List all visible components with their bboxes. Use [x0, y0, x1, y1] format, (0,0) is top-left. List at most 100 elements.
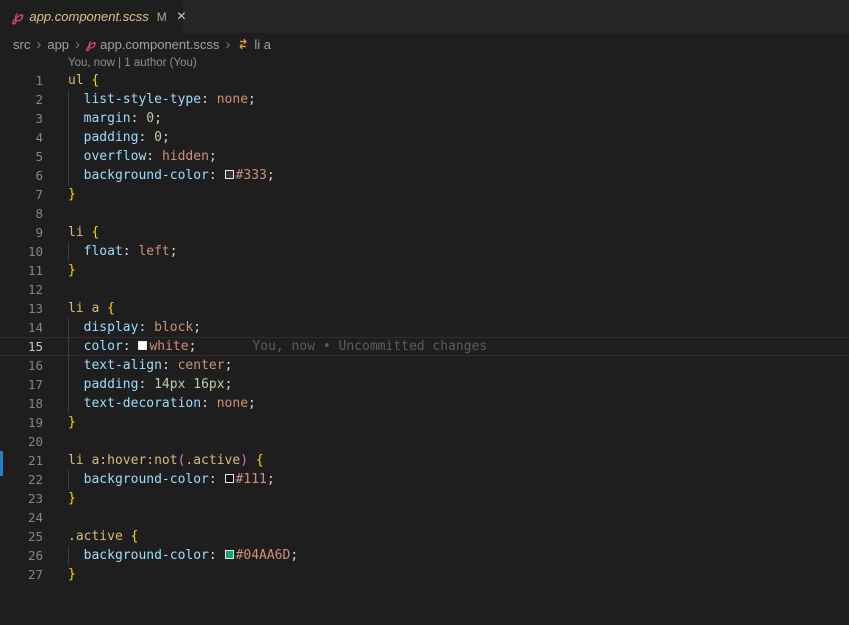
- code-text[interactable]: text-decoration: none;: [68, 394, 256, 413]
- color-swatch[interactable]: [225, 474, 234, 483]
- close-icon[interactable]: ×: [177, 9, 186, 25]
- code-text[interactable]: }: [68, 185, 76, 204]
- line-number[interactable]: 14: [0, 318, 43, 337]
- line-number[interactable]: 13: [0, 299, 43, 318]
- code-line[interactable]: 8: [0, 204, 849, 223]
- code-text[interactable]: li a:hover:not(.active) {: [68, 451, 264, 470]
- code-line[interactable]: 20: [0, 432, 849, 451]
- code-line[interactable]: 12: [0, 280, 849, 299]
- code-token: }: [68, 491, 76, 506]
- line-number[interactable]: 5: [0, 147, 43, 166]
- code-line[interactable]: 7}: [0, 185, 849, 204]
- code-text[interactable]: padding: 14px 16px;: [68, 375, 232, 394]
- code-text[interactable]: text-align: center;: [68, 356, 232, 375]
- breadcrumb-item-filename[interactable]: app.component.scss: [100, 37, 219, 52]
- code-token: none: [217, 92, 248, 107]
- code-text[interactable]: .active {: [68, 527, 138, 546]
- code-text[interactable]: float: left;: [68, 242, 178, 261]
- code-token: ;: [267, 472, 275, 487]
- code-text[interactable]: background-color: #333;: [68, 166, 275, 185]
- code-text[interactable]: li a {: [68, 299, 115, 318]
- code-token: background-color: [84, 548, 209, 563]
- code-line[interactable]: 18 text-decoration: none;: [0, 394, 849, 413]
- code-line[interactable]: 10 float: left;: [0, 242, 849, 261]
- code-line[interactable]: 3 margin: 0;: [0, 109, 849, 128]
- line-number[interactable]: 23: [0, 489, 43, 508]
- line-number[interactable]: 10: [0, 242, 43, 261]
- code-text[interactable]: display: block;: [68, 318, 201, 337]
- code-token: ;: [193, 320, 201, 335]
- line-number[interactable]: 6: [0, 166, 43, 185]
- code-text[interactable]: }: [68, 565, 76, 584]
- line-number[interactable]: 25: [0, 527, 43, 546]
- code-line[interactable]: 23}: [0, 489, 849, 508]
- code-text[interactable]: background-color: #04AA6D;: [68, 546, 298, 565]
- line-number[interactable]: 8: [0, 204, 43, 223]
- code-text[interactable]: overflow: hidden;: [68, 147, 217, 166]
- line-number[interactable]: 7: [0, 185, 43, 204]
- line-number[interactable]: 3: [0, 109, 43, 128]
- code-line[interactable]: 11}: [0, 261, 849, 280]
- breadcrumb-item-app[interactable]: app: [47, 37, 69, 52]
- line-number[interactable]: 11: [0, 261, 43, 280]
- line-number[interactable]: 1: [0, 71, 43, 90]
- color-swatch[interactable]: [138, 341, 147, 350]
- code-token: ;: [189, 339, 197, 354]
- code-text[interactable]: }: [68, 261, 76, 280]
- code-line[interactable]: 15 color: white;You, now • Uncommitted c…: [0, 337, 849, 356]
- code-text[interactable]: background-color: #111;: [68, 470, 275, 489]
- codelens-authors[interactable]: You, now | 1 author (You): [0, 56, 849, 71]
- code-line[interactable]: 6 background-color: #333;: [0, 166, 849, 185]
- color-swatch[interactable]: [225, 170, 234, 179]
- code-line[interactable]: 5 overflow: hidden;: [0, 147, 849, 166]
- code-token: ;: [290, 548, 298, 563]
- code-line[interactable]: 26 background-color: #04AA6D;: [0, 546, 849, 565]
- code-token: text-align: [84, 358, 162, 373]
- code-line[interactable]: 16 text-align: center;: [0, 356, 849, 375]
- code-text[interactable]: li {: [68, 223, 99, 242]
- code-line[interactable]: 24: [0, 508, 849, 527]
- scss-file-icon: ℘: [12, 9, 22, 24]
- code-line[interactable]: 9 li {: [0, 223, 849, 242]
- code-text[interactable]: padding: 0;: [68, 128, 170, 147]
- code-text[interactable]: }: [68, 489, 76, 508]
- code-line[interactable]: 13 li a {: [0, 299, 849, 318]
- line-number[interactable]: 16: [0, 356, 43, 375]
- code-line[interactable]: 2 list-style-type: none;: [0, 90, 849, 109]
- code-text[interactable]: list-style-type: none;: [68, 90, 256, 109]
- line-number[interactable]: 4: [0, 128, 43, 147]
- code-token: [68, 111, 84, 126]
- line-number[interactable]: 9: [0, 223, 43, 242]
- breadcrumb-item-src[interactable]: src: [13, 37, 30, 52]
- code-line[interactable]: 4 padding: 0;: [0, 128, 849, 147]
- code-text[interactable]: margin: 0;: [68, 109, 162, 128]
- line-number[interactable]: 12: [0, 280, 43, 299]
- line-number[interactable]: 15: [0, 337, 43, 356]
- code-line[interactable]: 1 ul {: [0, 71, 849, 90]
- code-line[interactable]: 25 .active {: [0, 527, 849, 546]
- line-number[interactable]: 2: [0, 90, 43, 109]
- line-number[interactable]: 19: [0, 413, 43, 432]
- code-line[interactable]: 21 li a:hover:not(.active) {: [0, 451, 849, 470]
- code-text[interactable]: ul {: [68, 71, 99, 90]
- color-swatch[interactable]: [225, 550, 234, 559]
- line-number[interactable]: 24: [0, 508, 43, 527]
- line-number[interactable]: 20: [0, 432, 43, 451]
- code-text[interactable]: }: [68, 413, 76, 432]
- line-number[interactable]: 26: [0, 546, 43, 565]
- line-number[interactable]: 22: [0, 470, 43, 489]
- code-line[interactable]: 17 padding: 14px 16px;: [0, 375, 849, 394]
- code-line[interactable]: 22 background-color: #111;: [0, 470, 849, 489]
- breadcrumb-item-symbol[interactable]: li a: [254, 37, 271, 52]
- line-number[interactable]: 21: [0, 451, 43, 470]
- code-line[interactable]: 14 display: block;: [0, 318, 849, 337]
- line-number[interactable]: 17: [0, 375, 43, 394]
- chevron-right-icon: ›: [36, 37, 41, 52]
- line-number[interactable]: 18: [0, 394, 43, 413]
- code-text[interactable]: color: white;You, now • Uncommitted chan…: [68, 337, 487, 356]
- line-number[interactable]: 27: [0, 565, 43, 584]
- code-line[interactable]: 19}: [0, 413, 849, 432]
- tab-app-component-scss[interactable]: ℘ app.component.scss M ×: [0, 0, 184, 33]
- tab-bar: ℘ app.component.scss M ×: [0, 0, 849, 33]
- code-line[interactable]: 27}: [0, 565, 849, 584]
